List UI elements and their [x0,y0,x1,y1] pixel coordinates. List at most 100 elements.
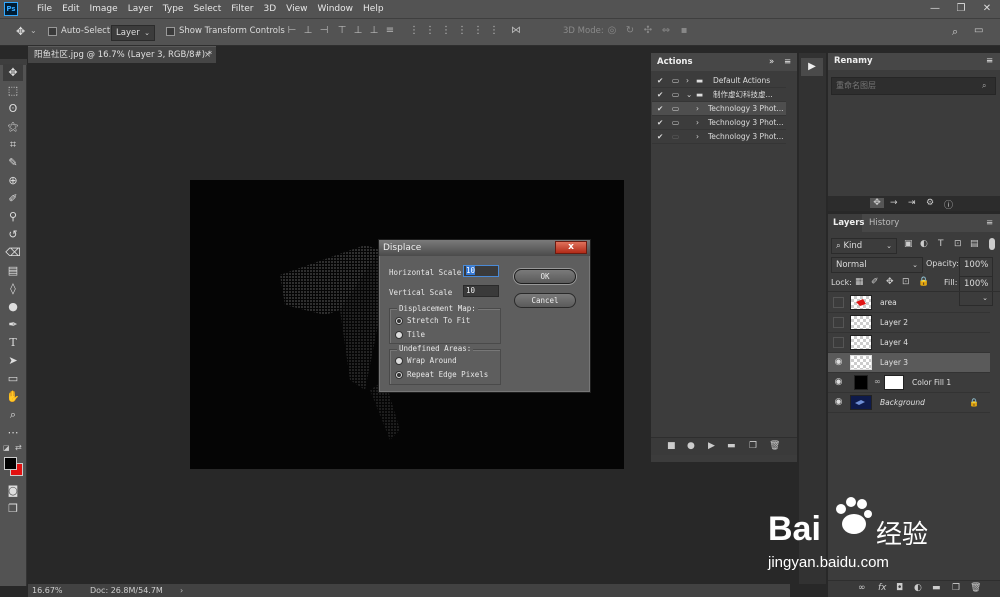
chevron-right-icon[interactable]: › [696,130,699,143]
history-brush-tool-icon[interactable]: ↺ [3,226,23,243]
auto-select-dropdown[interactable]: Layer ⌄ [111,25,155,41]
repeat-edge-pixels-radio[interactable] [395,371,403,382]
export-icon[interactable]: ⇥ [908,198,916,208]
align-center-icon[interactable]: ⊥ [302,25,314,37]
lock-pixels-icon[interactable]: ✐ [871,277,879,287]
add-mask-icon[interactable]: ◘ [896,583,903,593]
visibility-toggle[interactable] [833,337,844,348]
menu-edit[interactable]: Edit [57,0,84,18]
magic-wand-tool-icon[interactable]: ⚝ [3,118,23,135]
swap-colors-icon[interactable]: ⇄ [15,443,22,452]
layer-name[interactable]: Layer 2 [880,313,908,333]
menu-select[interactable]: Select [188,0,226,18]
gradient-tool-icon[interactable]: ▤ [3,262,23,279]
document-tab[interactable]: 阳鱼社区.jpg @ 16.7% (Layer 3, RGB/8#) * × [28,46,216,63]
layer-name[interactable]: Layer 3 [880,353,908,373]
action-row[interactable]: ✔ ▭ › Technology 3 Phot... [652,116,786,130]
check-icon[interactable]: ✔ [657,116,663,129]
brush-tool-icon[interactable]: ✐ [3,190,23,207]
auto-select-checkbox[interactable] [48,27,57,39]
action-row[interactable]: ✔ ▭ › Technology 3 Phot... [652,102,786,116]
align-top-icon[interactable]: ⊤ [336,25,348,37]
horizontal-scale-input[interactable]: 10 [463,265,499,277]
menu-help[interactable]: Help [358,0,389,18]
new-layer-icon[interactable]: ❐ [952,583,960,593]
close-tab-icon[interactable]: × [204,47,211,63]
new-set-icon[interactable]: ▬ [727,441,736,451]
align-left-icon[interactable]: ⊢ [286,25,298,37]
check-icon[interactable]: ✔ [657,130,663,143]
link-icon[interactable]: ∞ [874,377,881,386]
filter-shape-icon[interactable]: ⊡ [954,239,962,249]
tile-radio[interactable] [395,331,403,342]
rename-input[interactable]: 重命名图层 ⌕ [831,77,996,95]
distribute-right-icon[interactable]: ⋮ [488,25,500,37]
action-row[interactable]: ✔ ▭ ⌄ ▬ 制作虚幻科技虚... [652,88,786,102]
menu-file[interactable]: File [32,0,57,18]
new-action-icon[interactable]: ❐ [749,441,757,451]
layer-row[interactable]: Layer 2 [828,313,990,333]
layer-row[interactable]: ◉ ∞ Color Fill 1 [828,373,990,393]
action-row[interactable]: ✔ ▭ › Technology 3 Phot... [652,130,786,144]
filter-pixel-icon[interactable]: ▣ [904,239,913,249]
move-tool-icon[interactable]: ✥ [3,64,23,81]
cancel-button[interactable]: Cancel [514,293,576,308]
layer-name[interactable]: area [880,293,897,313]
layer-row[interactable]: area [828,293,990,313]
lock-transparent-icon[interactable]: ▦ [855,277,864,287]
dialog-toggle-icon[interactable]: ▭ [672,74,679,87]
menu-type[interactable]: Type [158,0,189,18]
info-icon[interactable]: ⓘ [944,198,953,211]
eye-icon[interactable]: ◉ [833,377,844,388]
lock-position-icon[interactable]: ✥ [886,277,894,287]
distribute-center-icon[interactable]: ⋮ [472,25,484,37]
hand-tool-icon[interactable]: ✋ [3,388,23,405]
wrap-around-radio[interactable] [395,357,403,368]
blend-mode-dropdown[interactable]: Normal ⌄ [831,257,923,273]
distribute-left-icon[interactable]: ⋮ [456,25,468,37]
orbit-3d-icon[interactable]: ◎ [606,25,618,37]
ok-button[interactable]: OK [514,269,576,284]
more-tools-icon[interactable]: ⋯ [3,424,23,441]
visibility-toggle[interactable] [833,297,844,308]
search-icon[interactable]: ⌕ [952,25,958,39]
zoom-tool-icon[interactable]: ⌕ [3,406,23,423]
tab-history[interactable]: History [869,214,899,232]
renamy-tab[interactable]: Renamy [834,56,873,66]
chevron-right-icon[interactable]: › [696,102,699,115]
dialog-toggle-icon[interactable]: ▭ [672,130,679,143]
workspace-icon[interactable]: ▭ [974,25,983,36]
distribute-h-icon[interactable]: ⋮ [408,25,420,37]
lock-icon[interactable]: 🔒 [969,398,979,407]
path-select-tool-icon[interactable]: ➤ [3,352,23,369]
roll-3d-icon[interactable]: ↻ [624,25,636,37]
vertical-scale-input[interactable]: 10 [463,285,499,297]
panel-menu-icon[interactable]: ≡ [986,53,993,69]
new-group-icon[interactable]: ▬ [932,583,941,593]
play-action-icon[interactable]: ▶ [801,58,823,76]
dialog-toggle-icon[interactable]: ▭ [672,102,679,115]
filter-type-icon[interactable]: T [938,239,944,249]
chevron-right-icon[interactable]: › [696,116,699,129]
screen-mode-icon[interactable]: ❐ [3,500,23,517]
panel-menu-icon[interactable]: ≡ [784,53,791,71]
layer-name[interactable]: Background [880,393,925,413]
minimize-icon[interactable]: — [922,0,948,18]
filter-kind-dropdown[interactable]: ⌕ Kind ⌄ [831,238,897,254]
collapse-icon[interactable]: » [769,53,774,71]
search-icon[interactable]: ⌕ [982,78,986,94]
filter-adjustment-icon[interactable]: ◐ [920,239,928,249]
type-mode-icon[interactable]: ✥ [870,198,884,208]
type-tool-icon[interactable]: T [3,334,23,351]
gear-icon[interactable]: ⚙ [926,198,934,208]
lasso-tool-icon[interactable]: ʘ [3,100,23,117]
check-icon[interactable]: ✔ [657,88,663,101]
default-colors-icon[interactable]: ◪ [3,444,10,452]
menu-filter[interactable]: Filter [226,0,258,18]
arrow-icon[interactable]: → [890,198,898,208]
chevron-down-icon[interactable]: ⌄ [686,88,692,101]
close-window-icon[interactable]: ✕ [974,0,1000,18]
filter-smart-icon[interactable]: ▤ [970,239,979,249]
visibility-toggle[interactable] [833,317,844,328]
dodge-tool-icon[interactable]: ● [3,298,23,315]
